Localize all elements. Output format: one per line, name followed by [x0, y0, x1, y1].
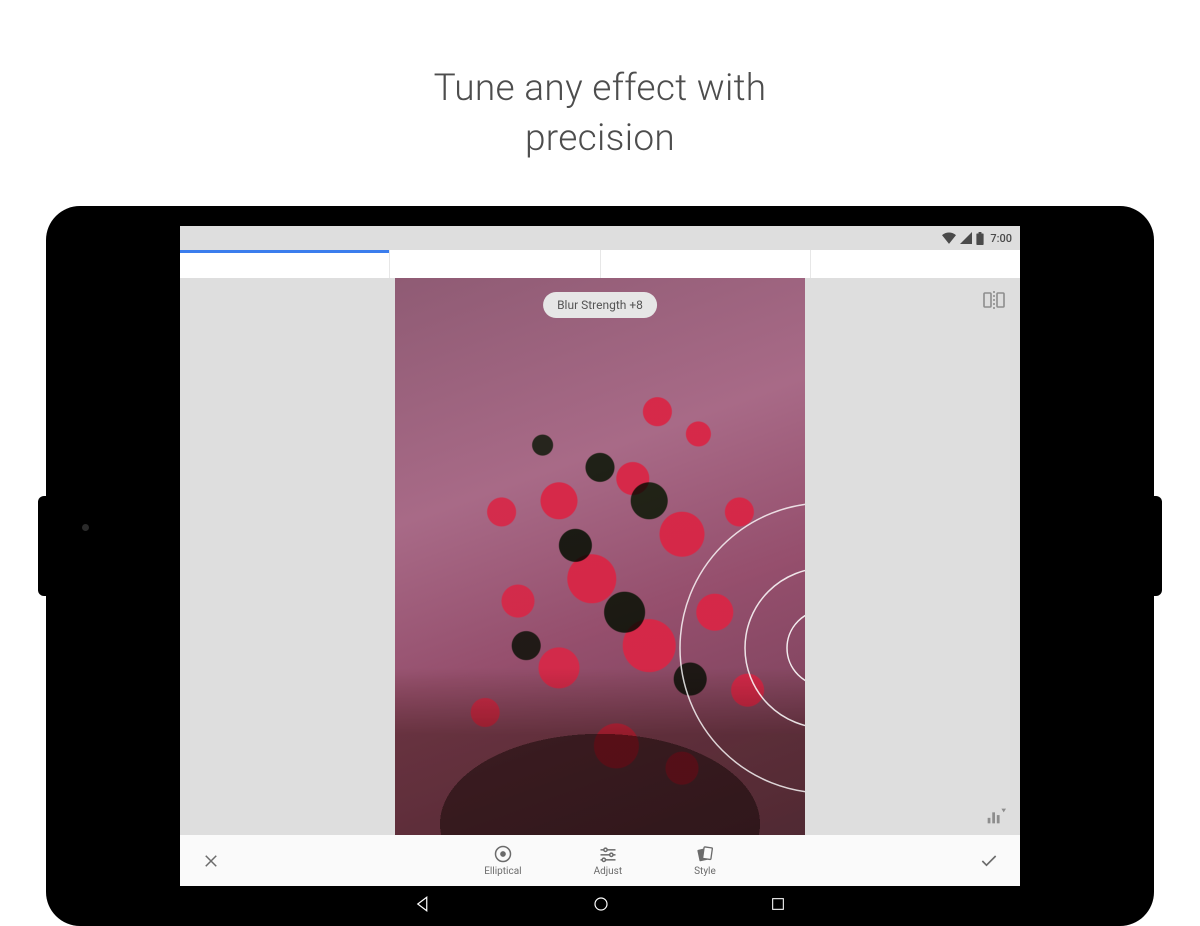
adjustment-pill: Blur Strength +8 — [543, 292, 657, 318]
tool-style-label: Style — [694, 866, 716, 877]
editor-canvas[interactable]: Blur Strength +8 — [180, 278, 1020, 835]
status-bar: 7:00 — [180, 226, 1020, 250]
recents-icon — [770, 896, 786, 912]
tool-style[interactable]: Style — [694, 844, 716, 877]
progress-tab-2[interactable] — [390, 250, 599, 278]
tool-group: Elliptical Adjust Style — [242, 844, 958, 877]
compare-button[interactable] — [982, 288, 1006, 312]
tool-elliptical[interactable]: Elliptical — [484, 844, 521, 877]
progress-tabs — [180, 250, 1020, 278]
apply-button[interactable] — [958, 835, 1020, 886]
promo-headline-line2: precision — [525, 117, 675, 160]
bottom-toolbar: Elliptical Adjust Style — [180, 835, 1020, 886]
close-icon — [202, 852, 220, 870]
adjustment-label: Blur Strength +8 — [557, 298, 643, 312]
tool-adjust[interactable]: Adjust — [594, 844, 623, 877]
tablet-notch-right — [1154, 496, 1162, 596]
focus-rings-overlay[interactable] — [675, 498, 805, 798]
wifi-icon — [942, 232, 956, 244]
check-icon — [979, 851, 999, 871]
status-time: 7:00 — [990, 232, 1012, 245]
target-icon — [493, 844, 513, 864]
tool-elliptical-label: Elliptical — [484, 866, 521, 877]
tablet-camera — [82, 524, 89, 531]
tool-adjust-label: Adjust — [594, 866, 623, 877]
promo-headline: Tune any effect with precision — [0, 0, 1200, 164]
promo-headline-line1: Tune any effect with — [434, 67, 767, 110]
back-icon — [414, 895, 432, 913]
nav-home-button[interactable] — [592, 895, 610, 917]
home-icon — [592, 895, 610, 913]
photo-preview[interactable]: Blur Strength +8 — [395, 278, 805, 835]
progress-tab-4[interactable] — [811, 250, 1020, 278]
cancel-button[interactable] — [180, 835, 242, 886]
android-nav-bar — [180, 886, 1020, 926]
nav-back-button[interactable] — [414, 895, 432, 917]
nav-recents-button[interactable] — [770, 896, 786, 916]
tablet-notch-left — [38, 496, 46, 596]
app-screen: 7:00 — [180, 226, 1020, 886]
progress-tab-1[interactable] — [180, 250, 389, 278]
cards-icon — [695, 844, 715, 864]
histogram-button[interactable] — [984, 805, 1006, 827]
cellular-icon — [960, 232, 972, 244]
battery-icon — [976, 232, 984, 245]
tablet-frame: 7:00 — [46, 206, 1154, 926]
progress-tab-3[interactable] — [601, 250, 810, 278]
sliders-icon — [598, 844, 618, 864]
